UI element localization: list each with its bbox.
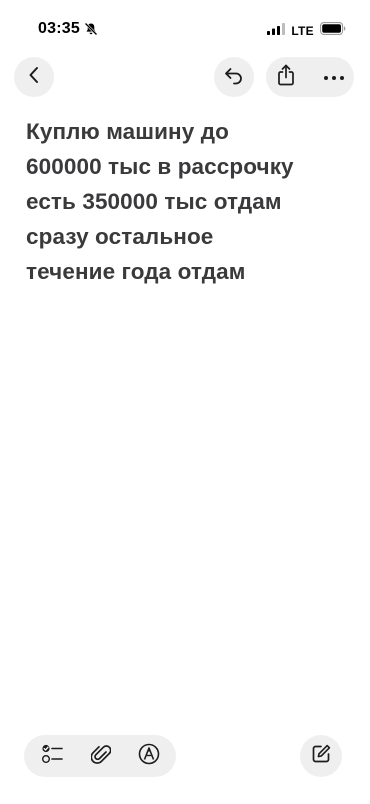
note-line: 600000 тыс в рассрочку [26,154,294,179]
status-time: 03:35 [38,20,80,37]
markup-pen-icon [137,742,161,771]
back-button[interactable] [14,57,54,97]
checklist-icon [41,743,65,770]
signal-bars-icon [267,22,286,40]
checklist-button[interactable] [32,735,74,777]
compose-icon [310,743,332,770]
note-line: сразу остальное [26,224,214,249]
status-indicators: LTE [267,22,346,40]
undo-button[interactable] [214,57,254,97]
more-button[interactable] [314,57,354,97]
undo-arrow-icon [223,65,245,90]
chevron-left-icon [27,66,41,89]
share-button[interactable] [266,57,306,97]
paperclip-icon [90,742,112,771]
attachment-button[interactable] [80,735,122,777]
compose-button[interactable] [300,735,342,777]
note-line: течение года отдам [26,259,246,284]
battery-icon [320,22,346,40]
note-line: есть 350000 тыс отдам [26,189,282,214]
note-line: Куплю машину до [26,119,229,144]
share-icon [276,64,296,91]
note-text[interactable]: Куплю машину до 600000 тыс в рассрочку е… [26,114,356,289]
actions-pill [266,57,354,97]
network-type-label: LTE [291,24,314,38]
ellipsis-icon [323,68,345,86]
status-bar: 03:35 LTE [0,0,370,50]
markup-button[interactable] [128,735,170,777]
bell-slash-icon [84,22,98,36]
formatting-toolbar [24,735,176,777]
status-time-group: 03:35 [38,20,98,38]
